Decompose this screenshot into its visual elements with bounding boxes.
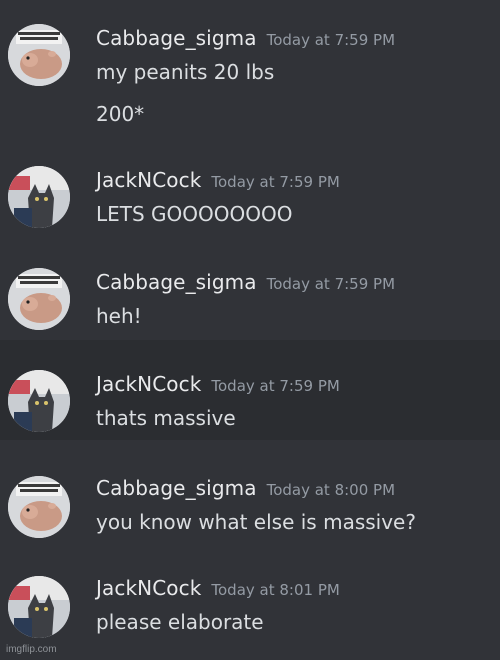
message-text: you know what else is massive? bbox=[96, 510, 416, 534]
imgflip-watermark: imgflip.com bbox=[6, 644, 57, 655]
message-6: JackNCock Today at 8:01 PM please elabora… bbox=[0, 550, 500, 660]
avatar-cat[interactable] bbox=[8, 370, 70, 432]
timestamp: Today at 7:59 PM bbox=[211, 377, 340, 395]
message-text: 200* bbox=[96, 102, 145, 126]
cat-avatar-icon bbox=[8, 576, 70, 638]
avatar-hamster[interactable] bbox=[8, 476, 70, 538]
timestamp: Today at 8:00 PM bbox=[266, 481, 396, 499]
message-4: JackNCock Today at 7:59 PM thats massive bbox=[0, 340, 500, 440]
cat-avatar-icon bbox=[8, 370, 70, 432]
username[interactable]: Cabbage_sigma bbox=[96, 476, 257, 500]
timestamp: Today at 7:59 PM bbox=[266, 31, 396, 49]
avatar-hamster[interactable] bbox=[8, 268, 70, 330]
timestamp: Today at 7:59 PM bbox=[211, 173, 340, 191]
timestamp: Today at 7:59 PM bbox=[266, 275, 396, 293]
username[interactable]: Cabbage_sigma bbox=[96, 270, 257, 294]
username[interactable]: JackNCock bbox=[96, 576, 201, 600]
message-1: Cabbage_sigma Today at 7:59 PM my peanits… bbox=[0, 0, 500, 140]
message-text: please elaborate bbox=[96, 610, 264, 634]
username[interactable]: Cabbage_sigma bbox=[96, 26, 257, 50]
message-text: LETS GOOOOOOOO bbox=[96, 202, 293, 226]
avatar-hamster[interactable] bbox=[8, 24, 70, 86]
avatar-cat[interactable] bbox=[8, 576, 70, 638]
cat-avatar-icon bbox=[8, 166, 70, 228]
timestamp: Today at 8:01 PM bbox=[211, 581, 340, 599]
message-5: Cabbage_sigma Today at 8:00 PM you know w… bbox=[0, 440, 500, 550]
username[interactable]: JackNCock bbox=[96, 168, 201, 192]
username[interactable]: JackNCock bbox=[96, 372, 201, 396]
hamster-avatar-icon bbox=[8, 476, 70, 538]
message-text: my peanits 20 lbs bbox=[96, 60, 275, 84]
message-text: thats massive bbox=[96, 406, 236, 430]
avatar-cat[interactable] bbox=[8, 166, 70, 228]
hamster-avatar-icon bbox=[8, 24, 70, 86]
message-3: Cabbage_sigma Today at 7:59 PM heh! bbox=[0, 240, 500, 340]
message-2: JackNCock Today at 7:59 PM LETS GOOOOOOOO bbox=[0, 140, 500, 240]
message-text: heh! bbox=[96, 304, 142, 328]
hamster-avatar-icon bbox=[8, 268, 70, 330]
